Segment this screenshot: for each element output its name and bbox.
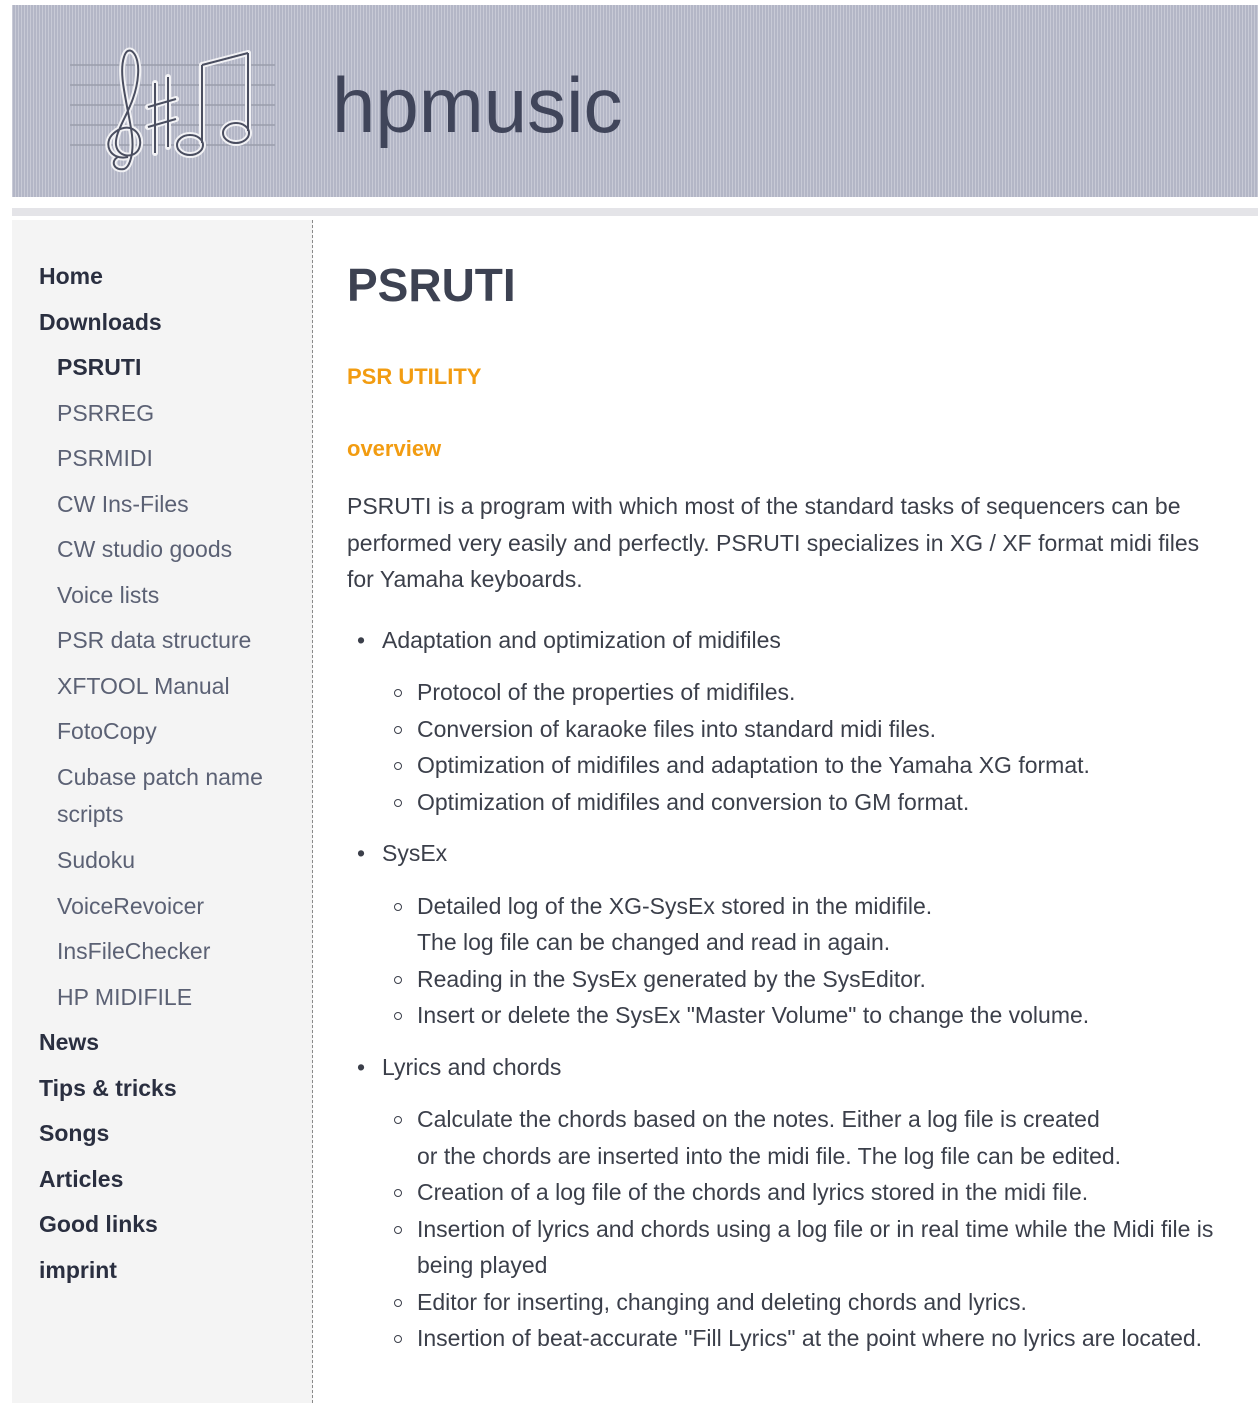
sidebar-item-psrreg[interactable]: PSRREG: [39, 395, 304, 431]
sidebar-item-downloads[interactable]: Downloads: [39, 304, 304, 340]
sidebar-item-tips-tricks[interactable]: Tips & tricks: [39, 1070, 304, 1106]
feature-subitem: Creation of a log file of the chords and…: [382, 1174, 1227, 1211]
feature-subitem: Conversion of karaoke files into standar…: [382, 711, 1227, 748]
sidebar-item-good-links[interactable]: Good links: [39, 1206, 304, 1242]
sidebar-item-psrmidi[interactable]: PSRMIDI: [39, 440, 304, 476]
sidebar-item-cw-ins-files[interactable]: CW Ins-Files: [39, 486, 304, 522]
sidebar-item-songs[interactable]: Songs: [39, 1115, 304, 1151]
site-title[interactable]: hpmusic: [332, 63, 622, 147]
feature-subitem: Reading in the SysEx generated by the Sy…: [382, 961, 1227, 998]
sidebar-item-psr-data-structure[interactable]: PSR data structure: [39, 622, 304, 658]
sidebar-item-articles[interactable]: Articles: [39, 1161, 304, 1197]
sidebar-item-cubase-patch-name-scripts[interactable]: Cubase patch name scripts: [39, 759, 304, 833]
feature-subitem: Protocol of the properties of midifiles.: [382, 674, 1227, 711]
subsection-heading: overview: [347, 436, 442, 461]
sidebar-item-psruti[interactable]: PSRUTI: [39, 349, 304, 385]
sidebar: Home Downloads PSRUTI PSRREG PSRMIDI CW …: [12, 220, 313, 1403]
sidebar-item-imprint[interactable]: imprint: [39, 1252, 304, 1288]
sidebar-nav: Home Downloads PSRUTI PSRREG PSRMIDI CW …: [39, 258, 304, 1297]
sidebar-item-sudoku[interactable]: Sudoku: [39, 842, 304, 878]
feature-list: Adaptation and optimization of midifiles…: [347, 622, 1227, 1357]
music-notes-logo-icon[interactable]: [70, 35, 285, 175]
feature-subitem: Calculate the chords based on the notes.…: [382, 1101, 1227, 1174]
sidebar-item-voicerevoicer[interactable]: VoiceRevoicer: [39, 888, 304, 924]
sidebar-item-cw-studio-goods[interactable]: CW studio goods: [39, 531, 304, 567]
feature-sublist: Detailed log of the XG-SysEx stored in t…: [382, 888, 1227, 1034]
sidebar-item-home[interactable]: Home: [39, 258, 304, 294]
sidebar-item-hp-midifile[interactable]: HP MIDIFILE: [39, 979, 304, 1015]
feature-subitem: Optimization of midifiles and adaptation…: [382, 747, 1227, 784]
feature-sublist: Calculate the chords based on the notes.…: [382, 1101, 1227, 1357]
feature-subitem: Insertion of beat-accurate "Fill Lyrics"…: [382, 1320, 1227, 1357]
feature-sublist: Protocol of the properties of midifiles.…: [382, 674, 1227, 820]
sidebar-item-insfilechecker[interactable]: InsFileChecker: [39, 933, 304, 969]
feature-subitem: Insertion of lyrics and chords using a l…: [382, 1211, 1227, 1284]
sidebar-item-xftool-manual[interactable]: XFTOOL Manual: [39, 668, 304, 704]
site-header: hpmusic: [12, 5, 1258, 197]
feature-title: Adaptation and optimization of midifiles: [382, 626, 781, 653]
page-title: PSRUTI: [347, 259, 516, 311]
intro-paragraph: PSRUTI is a program with which most of t…: [347, 493, 1200, 592]
header-divider: [12, 208, 1258, 216]
feature-item: Lyrics and chords Calculate the chords b…: [347, 1049, 1227, 1357]
main-content: PSRUTI PSR UTILITY overview PSRUTI is a …: [347, 250, 1227, 1372]
feature-title: Lyrics and chords: [382, 1053, 562, 1080]
feature-item: Adaptation and optimization of midifiles…: [347, 622, 1227, 821]
feature-item: SysEx Detailed log of the XG-SysEx store…: [347, 835, 1227, 1034]
sidebar-item-fotocopy[interactable]: FotoCopy: [39, 713, 304, 749]
feature-title: SysEx: [382, 840, 448, 866]
feature-subitem: Editor for inserting, changing and delet…: [382, 1284, 1227, 1321]
feature-subitem: Insert or delete the SysEx "Master Volum…: [382, 997, 1227, 1034]
sidebar-item-voice-lists[interactable]: Voice lists: [39, 577, 304, 613]
feature-subitem: Detailed log of the XG-SysEx stored in t…: [382, 888, 1227, 961]
section-heading: PSR UTILITY: [347, 364, 482, 389]
feature-subitem: Optimization of midifiles and conversion…: [382, 784, 1227, 821]
sidebar-item-news[interactable]: News: [39, 1024, 304, 1060]
